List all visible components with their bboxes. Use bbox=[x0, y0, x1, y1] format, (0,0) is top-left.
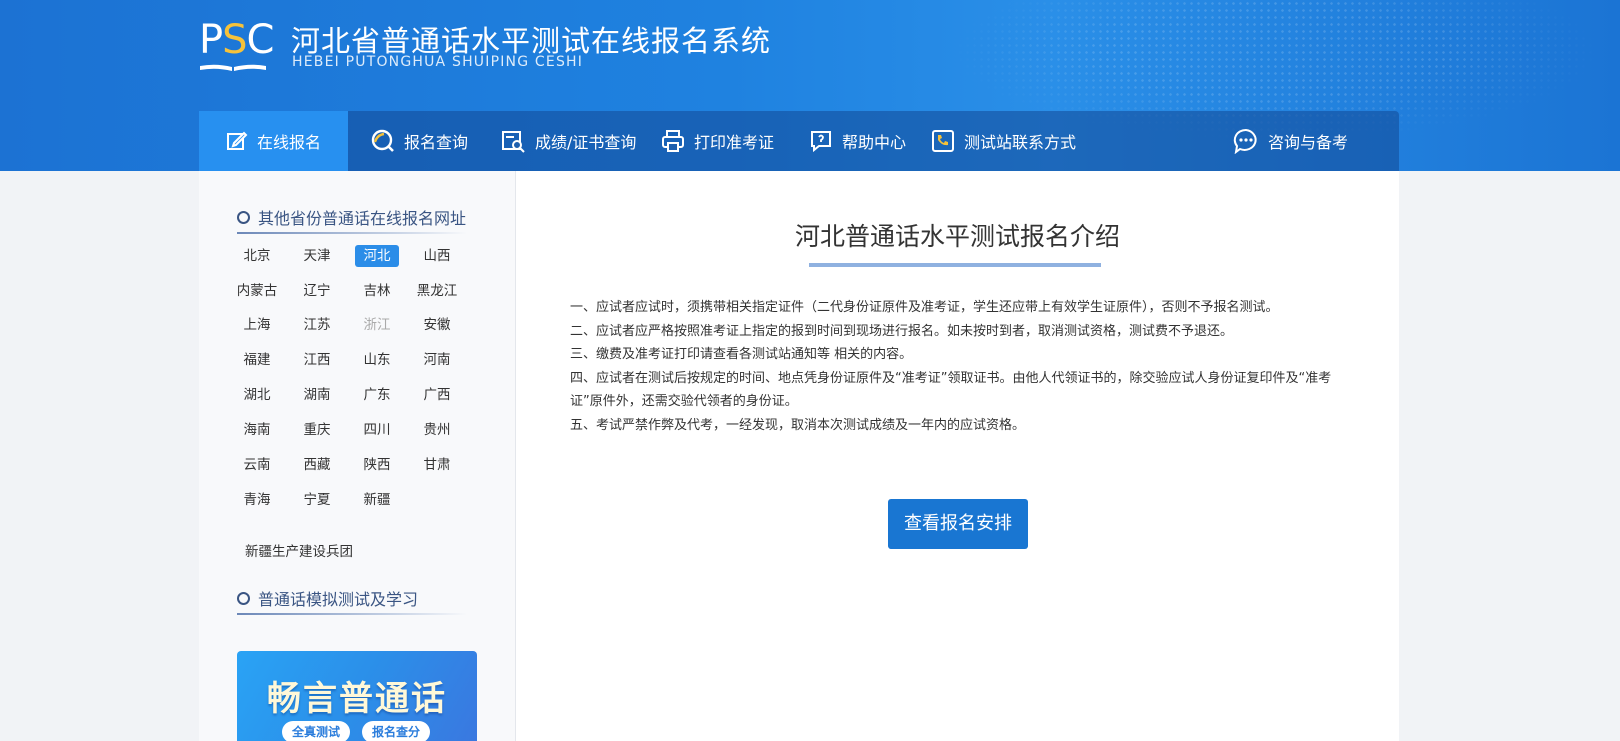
main-panel: 其他省份普通话在线报名网址 北京 天津 河北 山西内蒙古 辽宁 吉林 黑龙江上海 江苏 浙江 安徽… bbox=[199, 171, 1399, 741]
nav-score-certificate-query[interactable]: 成绩/证书查询 bbox=[501, 111, 636, 171]
note-item: 四、应试者在测试后按规定的时间、地点凭身份证原件及“准考证”领取证书。由他人代领… bbox=[570, 370, 1332, 410]
note-item: 五、考试严禁作弊及代考，一经发现，取消本次测试成绩及一年内的应试资格。 bbox=[570, 417, 1026, 433]
province-link[interactable]: 甘肃 bbox=[415, 454, 459, 476]
province-link-xinjiang-corps[interactable]: 新疆生产建设兵团 bbox=[245, 540, 353, 560]
notes-list: 一、应试者应试时，须携带相关指定证件（二代身份证原件及准考证，学生还应带上有效学… bbox=[570, 296, 1350, 438]
circle-bullet-icon bbox=[237, 210, 250, 224]
nav-consult-prepare[interactable]: 咨询与备考 bbox=[1233, 111, 1348, 171]
province-link[interactable]: 辽宁 bbox=[295, 280, 339, 302]
phone-icon bbox=[932, 130, 954, 152]
search-ring-icon bbox=[371, 129, 394, 152]
province-link[interactable]: 西藏 bbox=[295, 454, 339, 476]
nav-print-admission-ticket[interactable]: 打印准考证 bbox=[661, 111, 774, 171]
sidebar: 其他省份普通话在线报名网址 北京 天津 河北 山西内蒙古 辽宁 吉林 黑龙江上海 江苏 浙江 安徽… bbox=[199, 171, 516, 741]
province-link[interactable]: 浙江 bbox=[355, 314, 399, 336]
content-area: 河北普通话水平测试报名介绍 一、应试者应试时，须携带相关指定证件（二代身份证原件… bbox=[516, 171, 1399, 741]
province-link[interactable]: 山西 bbox=[415, 245, 459, 267]
circle-bullet-icon bbox=[237, 591, 250, 605]
edit-icon bbox=[226, 131, 248, 150]
provinces-heading: 其他省份普通话在线报名网址 bbox=[237, 205, 466, 229]
main-nav: 在线报名 报名查询 成绩/证书查询 打印准考证 帮助中心 测试站联系方式 咨询与… bbox=[199, 111, 1399, 171]
book-icon bbox=[200, 64, 266, 71]
province-link[interactable]: 四川 bbox=[355, 419, 399, 441]
banner-title: 畅言普通话 bbox=[267, 679, 447, 719]
printer-icon bbox=[662, 130, 684, 152]
help-icon bbox=[811, 131, 831, 153]
province-link[interactable]: 安徽 bbox=[415, 314, 459, 336]
note-item: 二、应试者应严格按照准考证上指定的报到时间到现场进行报名。如未按时到者，取消测试… bbox=[570, 323, 1234, 339]
province-link[interactable]: 河南 bbox=[415, 349, 459, 371]
province-link[interactable]: 重庆 bbox=[295, 419, 339, 441]
page-title: 河北普通话水平测试报名介绍 bbox=[794, 222, 1120, 251]
province-link[interactable]: 广东 bbox=[355, 384, 399, 406]
province-link[interactable]: 内蒙古 bbox=[235, 280, 279, 302]
chat-icon bbox=[1233, 128, 1257, 154]
province-link[interactable]: 新疆 bbox=[355, 489, 399, 511]
province-link[interactable]: 广西 bbox=[415, 384, 459, 406]
certificate-search-icon bbox=[502, 131, 525, 153]
banner-pill-full-test[interactable]: 全真测试 bbox=[282, 721, 351, 741]
nav-help-center[interactable]: 帮助中心 bbox=[809, 111, 906, 171]
province-link[interactable]: 江西 bbox=[295, 349, 339, 371]
province-link[interactable]: 山东 bbox=[355, 349, 399, 371]
province-link[interactable]: 陕西 bbox=[355, 454, 399, 476]
province-link[interactable]: 福建 bbox=[235, 349, 279, 371]
site-subtitle: HEBEI PUTONGHUA SHUIPING CESHI bbox=[292, 54, 584, 70]
province-link[interactable]: 湖南 bbox=[295, 384, 339, 406]
nav-registration-query[interactable]: 报名查询 bbox=[371, 111, 468, 171]
note-item: 三、缴费及准考证打印请查看各测试站通知等 相关的内容。 bbox=[570, 347, 913, 363]
province-link[interactable]: 云南 bbox=[235, 454, 279, 476]
psc-logo[interactable]: PSC bbox=[199, 20, 274, 72]
province-link[interactable]: 湖北 bbox=[235, 384, 279, 406]
study-heading: 普通话模拟测试及学习 bbox=[237, 586, 418, 610]
province-link[interactable]: 黑龙江 bbox=[415, 280, 459, 302]
title-underline bbox=[809, 263, 1101, 267]
province-link[interactable]: 青海 bbox=[235, 489, 279, 511]
province-link[interactable]: 河北 bbox=[355, 245, 399, 267]
nav-test-station-contacts[interactable]: 测试站联系方式 bbox=[931, 111, 1076, 171]
province-link[interactable]: 吉林 bbox=[355, 280, 399, 302]
note-item: 一、应试者应试时，须携带相关指定证件（二代身份证原件及准考证，学生还应带上有效学… bbox=[570, 300, 1279, 315]
heading-underline bbox=[237, 613, 467, 615]
province-link[interactable]: 贵州 bbox=[415, 419, 459, 441]
view-schedule-button[interactable]: 查看报名安排 bbox=[888, 499, 1028, 549]
banner-pill-score-query[interactable]: 报名查分 bbox=[362, 721, 431, 741]
province-link[interactable]: 北京 bbox=[235, 245, 279, 267]
changyan-banner[interactable]: 畅言普通话 全真测试 报名查分 bbox=[237, 651, 477, 741]
province-link[interactable]: 宁夏 bbox=[295, 489, 339, 511]
heading-underline bbox=[237, 232, 467, 234]
province-link[interactable]: 上海 bbox=[235, 314, 279, 336]
nav-online-registration[interactable]: 在线报名 bbox=[199, 111, 348, 171]
province-link[interactable]: 海南 bbox=[235, 419, 279, 441]
province-link[interactable]: 江苏 bbox=[295, 314, 339, 336]
province-link[interactable]: 天津 bbox=[295, 245, 339, 267]
